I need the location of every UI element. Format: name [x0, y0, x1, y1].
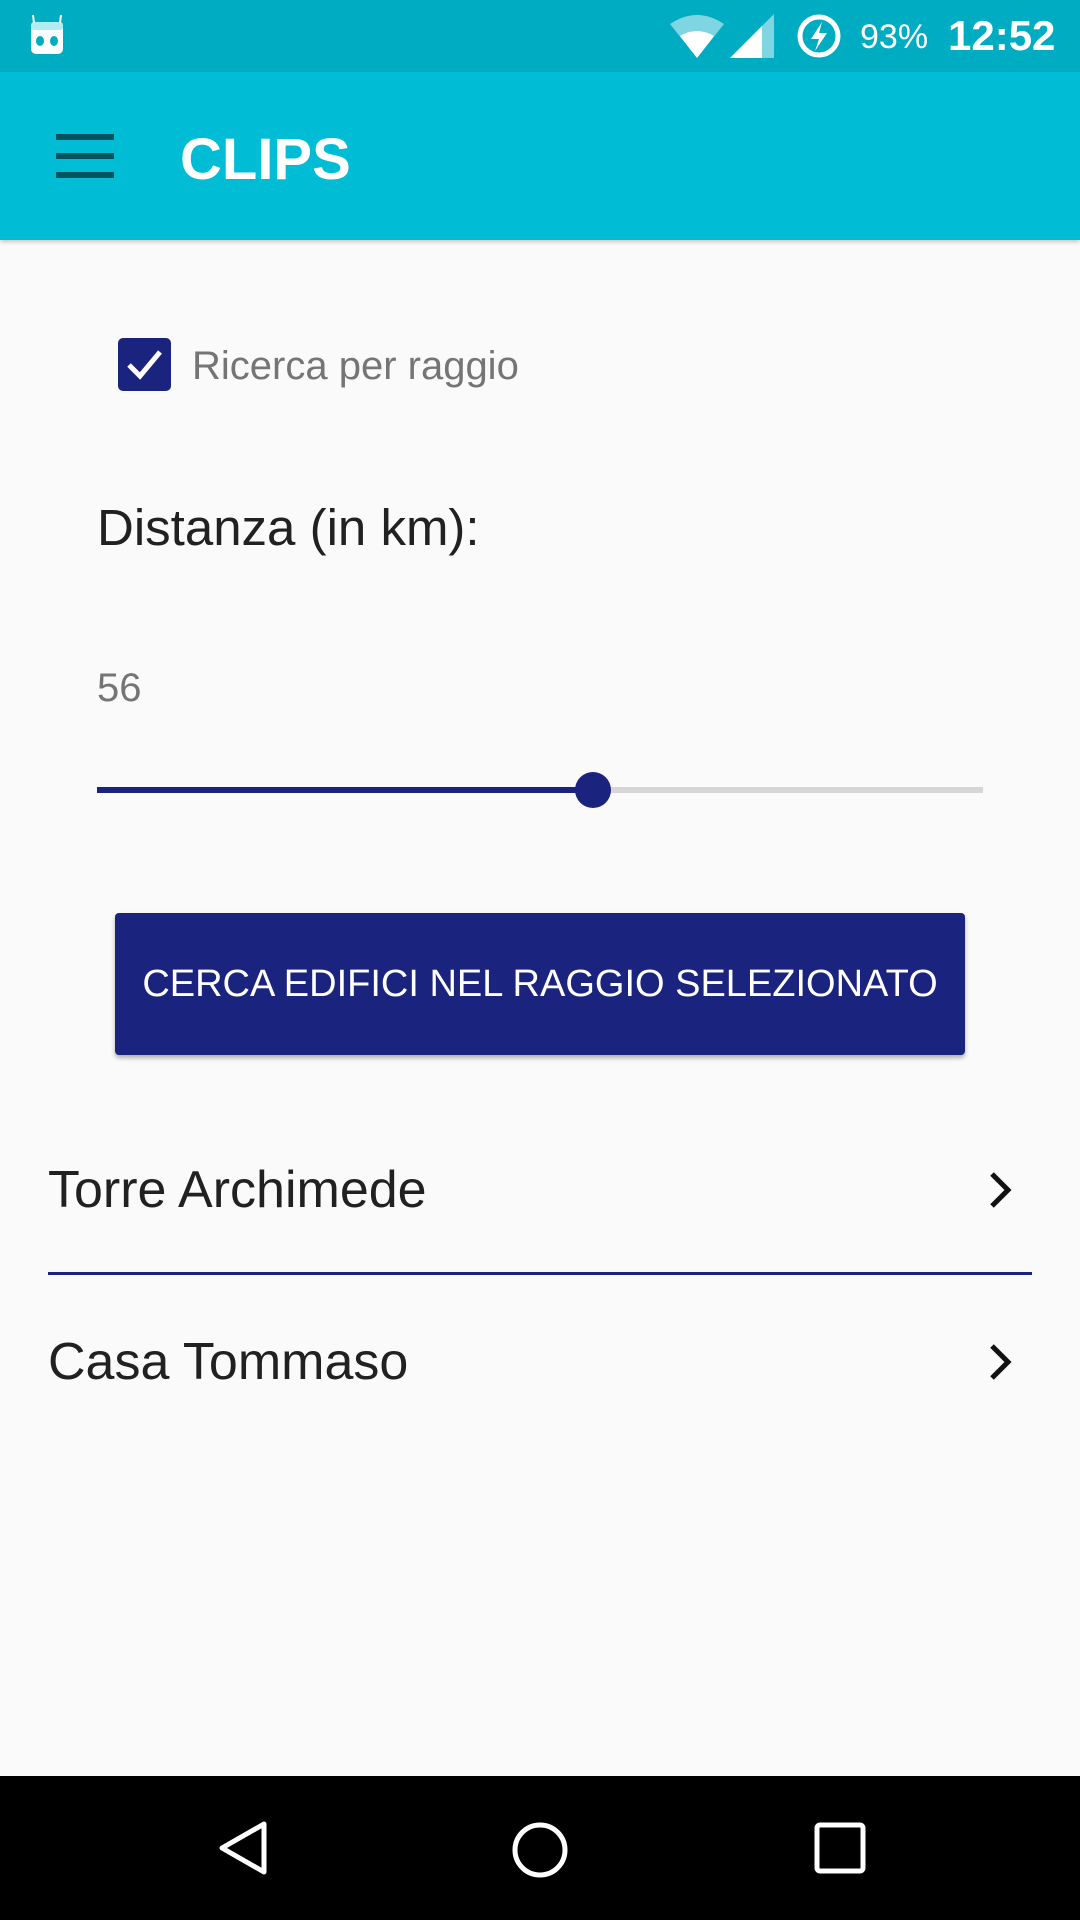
recents-icon[interactable]: [814, 1822, 866, 1874]
cyanogen-icon: [31, 14, 63, 54]
search-buildings-button[interactable]: CERCA EDIFICI NEL RAGGIO SELEZIONATO: [115, 913, 965, 1055]
chevron-right-icon: [990, 1344, 1012, 1380]
divider: [48, 1272, 1032, 1275]
distance-label: Distanza (in km):: [97, 499, 480, 556]
check-icon: [127, 350, 162, 380]
list-item[interactable]: Torre Archimede: [48, 1130, 1032, 1250]
battery-percent: 93%: [860, 18, 929, 56]
wifi-icon: [670, 15, 724, 58]
distance-value: 56: [97, 666, 142, 710]
radius-search-checkbox[interactable]: [118, 338, 171, 391]
battery-charging-icon: [797, 14, 841, 58]
signal-icon: [730, 14, 774, 58]
radius-search-label[interactable]: Ricerca per raggio: [192, 344, 519, 389]
navigation-bar: [0, 1776, 1080, 1920]
list-item-label: Casa Tommaso: [48, 1333, 409, 1391]
status-bar: 93% 12:52: [0, 0, 1080, 72]
menu-icon[interactable]: [56, 134, 114, 178]
back-icon[interactable]: [214, 1820, 270, 1876]
distance-slider-thumb[interactable]: [575, 772, 612, 808]
list-item[interactable]: Casa Tommaso: [48, 1302, 1032, 1422]
home-icon[interactable]: [510, 1820, 570, 1880]
app-title: CLIPS: [180, 127, 351, 192]
list-item-label: Torre Archimede: [48, 1161, 427, 1219]
distance-slider-fill: [97, 787, 594, 793]
chevron-right-icon: [990, 1172, 1012, 1208]
app-bar: CLIPS: [0, 72, 1080, 240]
clock: 12:52: [948, 12, 1056, 59]
